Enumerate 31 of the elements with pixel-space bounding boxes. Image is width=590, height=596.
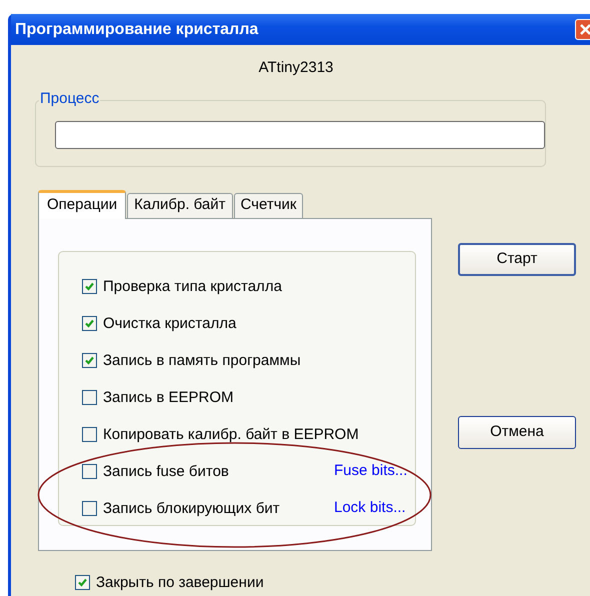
- dialog-button[interactable]: Старт: [458, 242, 576, 276]
- tab[interactable]: Калибр. байт: [127, 192, 232, 218]
- checkmark-icon: [77, 577, 88, 588]
- checkbox[interactable]: [82, 279, 97, 294]
- window-title: Программирование кристалла: [15, 20, 258, 40]
- tab[interactable]: Операции: [38, 190, 126, 218]
- checkbox-label: Запись в память программы: [103, 352, 302, 370]
- close-icon: [580, 24, 590, 35]
- checkmark-icon: [84, 281, 95, 292]
- checkbox[interactable]: [75, 575, 90, 590]
- checkbox-label: Запись в EEPROM: [103, 388, 235, 406]
- checkbox-label: Копировать калибр. байт в EEPROM: [103, 426, 359, 444]
- checkbox[interactable]: [82, 464, 97, 479]
- checkbox[interactable]: [82, 427, 97, 442]
- device-name: ATtiny2313: [258, 58, 334, 78]
- checkmark-icon: [84, 355, 95, 366]
- settings-link[interactable]: Lock bits...: [334, 497, 406, 520]
- settings-link[interactable]: Fuse bits...: [334, 460, 408, 483]
- dialog-button[interactable]: Отмена: [458, 416, 576, 448]
- checkbox-label: Очистка кристалла: [103, 314, 238, 332]
- close-button[interactable]: [575, 19, 590, 40]
- checkbox-label: Проверка типа кристалла: [103, 278, 283, 296]
- checkbox[interactable]: [82, 390, 97, 405]
- checkbox[interactable]: [82, 316, 97, 331]
- tab[interactable]: Счетчик: [234, 192, 304, 218]
- checkbox[interactable]: [82, 353, 97, 368]
- checkmark-icon: [84, 318, 95, 329]
- checkbox-label: Запись fuse битов: [103, 462, 230, 480]
- checkbox[interactable]: [82, 501, 97, 516]
- checkbox-label: Запись блокирующих бит: [103, 500, 281, 518]
- checkbox-label: Закрыть по завершении: [96, 572, 264, 592]
